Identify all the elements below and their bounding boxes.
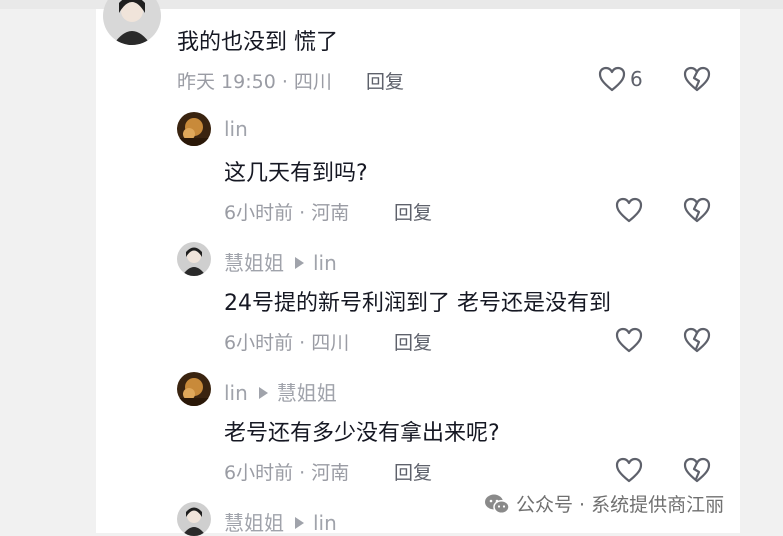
avatar[interactable]: [177, 502, 211, 536]
username[interactable]: lin: [224, 117, 248, 141]
avatar[interactable]: [177, 112, 211, 146]
reply-arrow-icon: [295, 517, 304, 529]
username-text[interactable]: 慧姐姐: [224, 251, 284, 275]
broken-heart-icon[interactable]: [683, 197, 711, 223]
reply-text: 这几天有到吗?: [224, 161, 368, 186]
watermark-text: 公众号 · 系统提供商江丽: [516, 494, 725, 516]
like-count: 6: [630, 67, 643, 91]
reply-arrow-icon: [258, 387, 268, 399]
heart-icon[interactable]: [615, 457, 643, 483]
reply-to-username[interactable]: lin: [313, 511, 337, 535]
username[interactable]: lin 慧姐姐: [224, 377, 337, 406]
reply-text: 24号提的新号利润到了 老号还是没有到: [224, 291, 611, 316]
broken-heart-icon[interactable]: [683, 327, 711, 353]
username[interactable]: 慧姐姐 lin: [224, 247, 337, 276]
reply-button[interactable]: 回复: [394, 328, 432, 355]
comment-meta: 昨天 19:50 · 四川: [177, 71, 332, 93]
broken-heart-icon[interactable]: [683, 66, 711, 92]
username[interactable]: 慧姐姐 lin: [224, 507, 337, 536]
watermark: 公众号 · 系统提供商江丽: [484, 490, 724, 520]
heart-icon[interactable]: [615, 197, 643, 223]
reply-button[interactable]: 回复: [394, 458, 432, 485]
reply-to-username[interactable]: 慧姐姐: [277, 381, 337, 405]
reply-button[interactable]: 回复: [394, 198, 432, 225]
reply-to-username[interactable]: lin: [313, 251, 337, 275]
reply-text: 老号还有多少没有拿出来呢?: [224, 421, 500, 446]
heart-icon[interactable]: [598, 66, 626, 92]
username-text[interactable]: lin: [224, 117, 248, 141]
comment-text: 我的也没到 慌了: [177, 30, 338, 55]
avatar[interactable]: [177, 242, 211, 276]
heart-icon[interactable]: [615, 327, 643, 353]
broken-heart-icon[interactable]: [683, 457, 711, 483]
wechat-icon: [484, 493, 510, 520]
reply-meta: 6小时前 · 河南: [224, 202, 350, 224]
reply-meta: 6小时前 · 四川: [224, 332, 350, 354]
reply-arrow-icon: [295, 257, 304, 269]
username-text[interactable]: 慧姐姐: [224, 511, 284, 535]
reply-button[interactable]: 回复: [366, 67, 404, 94]
username-text[interactable]: lin: [224, 381, 248, 405]
reply-meta: 6小时前 · 河南: [224, 462, 350, 484]
avatar[interactable]: [177, 372, 211, 406]
